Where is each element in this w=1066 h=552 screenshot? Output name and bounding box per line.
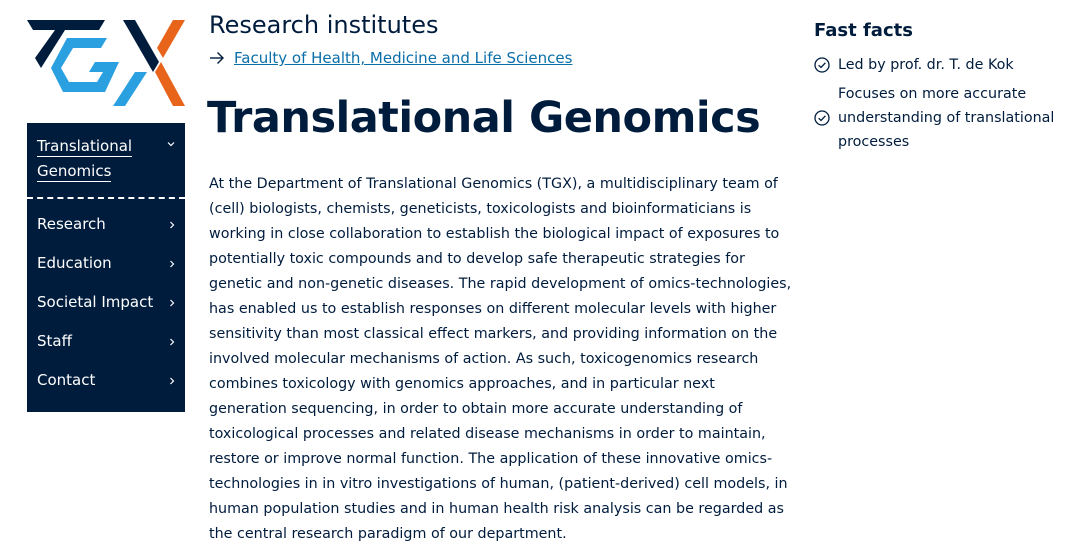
sidebar-item-label: Education [37,254,112,272]
page-title: Translational Genomics [207,93,761,143]
sidebar-item-label: Contact [37,371,96,389]
tgx-logo[interactable] [27,16,187,110]
sidebar-item-translational-genomics[interactable]: Translational Genomics [27,123,185,199]
sidebar-item-societal-impact[interactable]: Societal Impact [27,283,185,322]
sidebar-item-education[interactable]: Education [27,244,185,283]
intro-paragraph: At the Department of Translational Genom… [209,176,792,542]
chevron-right-icon [170,338,175,346]
sidebar-item-label: Societal Impact [37,293,154,311]
chevron-right-icon [170,221,175,229]
faculty-link-row: Faculty of Health, Medicine and Life Sci… [209,47,572,69]
sidebar-item-label: Staff [37,332,72,350]
fast-fact-item: Led by prof. dr. T. de Kok [814,53,1014,77]
sidebar-active-label: Translational Genomics [37,134,137,184]
fast-fact-item: Focuses on more accurate understanding o… [814,82,1059,154]
fast-fact-text: Focuses on more accurate understanding o… [838,86,1055,150]
sidebar-item-label: Research [37,215,106,233]
sidebar-item-contact[interactable]: Contact [27,361,185,400]
sidebar-item-staff[interactable]: Staff [27,322,185,361]
fast-fact-text: Led by prof. dr. T. de Kok [838,57,1014,73]
check-circle-icon [814,57,830,73]
faculty-link[interactable]: Faculty of Health, Medicine and Life Sci… [234,47,572,69]
chevron-right-icon [170,299,175,307]
section-title: Research institutes [209,11,439,39]
chevron-right-icon [170,260,175,268]
chevron-right-icon [170,377,175,385]
sidebar-item-research[interactable]: Research [27,205,185,244]
sidebar-active-label-text: Translational Genomics [37,137,133,182]
chevron-down-icon [167,142,175,147]
sidebar-nav: Translational Genomics Research Educatio… [27,123,185,412]
tgx-logo-icon [27,20,185,106]
check-circle-icon [814,110,830,126]
sidebar-list: Research Education Societal Impact Staff… [27,199,185,400]
arrow-right-icon [210,52,224,64]
fast-facts-title: Fast facts [814,20,913,41]
